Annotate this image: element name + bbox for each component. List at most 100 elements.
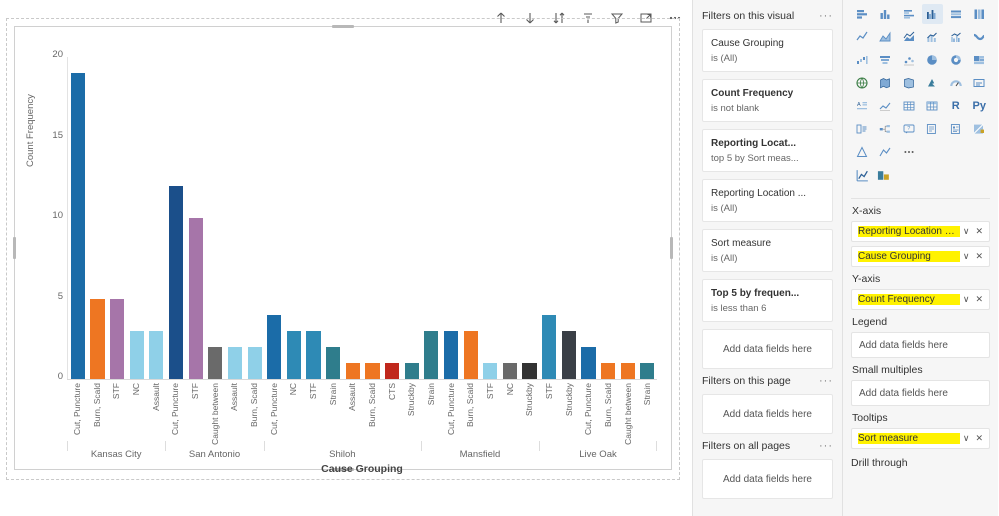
bar[interactable] [110, 298, 125, 379]
bar[interactable] [601, 362, 616, 379]
filter-card[interactable]: Cause Grouping is (All) [702, 29, 833, 72]
bar[interactable] [443, 330, 459, 379]
drill-icon[interactable] [580, 10, 595, 25]
bar[interactable] [149, 330, 164, 379]
more-visuals-icon[interactable] [898, 142, 920, 162]
chevron-down-icon[interactable]: ∨ [960, 251, 973, 262]
area-chart-icon[interactable] [875, 27, 897, 47]
table-icon[interactable] [898, 96, 920, 116]
bar[interactable] [502, 362, 517, 379]
kpi-icon[interactable] [875, 96, 897, 116]
map-icon[interactable] [851, 73, 873, 93]
arcgis-maps-icon[interactable] [851, 142, 873, 162]
focus-mode-icon[interactable] [638, 10, 653, 25]
bar[interactable] [247, 346, 262, 379]
field-well-item[interactable]: Count Frequency ∨ ✕ [851, 289, 990, 310]
key-influencers-icon[interactable] [851, 119, 873, 139]
remove-field-icon[interactable]: ✕ [972, 433, 986, 444]
bar[interactable] [463, 330, 478, 379]
filter-card[interactable]: Reporting Locat... top 5 by Sort meas... [702, 129, 833, 172]
bar[interactable] [208, 346, 223, 379]
stacked-area-chart-icon[interactable] [898, 27, 920, 47]
clustered-column-chart-visual[interactable]: Count Frequency 0 5 10 15 20 Cut, Puncture Bu… [13, 25, 673, 475]
filled-map-icon[interactable] [875, 73, 897, 93]
bar[interactable] [581, 346, 596, 379]
line-and-clustered-column-icon[interactable] [945, 27, 967, 47]
bar[interactable] [404, 362, 419, 379]
bar[interactable] [385, 362, 400, 379]
bar[interactable] [286, 330, 301, 379]
field-well-item[interactable]: Sort measure ∨ ✕ [851, 428, 990, 449]
smart-narrative-icon[interactable] [922, 119, 944, 139]
field-well-item[interactable]: Reporting Location City ∨ ✕ [851, 221, 990, 242]
r-script-visual-icon[interactable]: R [945, 96, 967, 116]
more-options-icon[interactable]: ··· [819, 10, 833, 22]
qa-visual-icon[interactable]: ? [898, 119, 920, 139]
bar[interactable] [306, 330, 321, 379]
esri-plus-icon[interactable] [875, 142, 897, 162]
bar[interactable] [424, 330, 439, 379]
hundred-percent-stacked-bar-icon[interactable] [945, 4, 967, 24]
shape-map-icon[interactable] [898, 73, 920, 93]
filter-card[interactable]: Sort measure is (All) [702, 229, 833, 272]
remove-field-icon[interactable]: ✕ [972, 226, 986, 237]
bar[interactable] [188, 218, 203, 379]
donut-chart-icon[interactable] [945, 50, 967, 70]
bar[interactable] [90, 298, 105, 379]
add-data-fields-dropzone[interactable]: Add data fields here [851, 380, 990, 406]
paginated-report-icon[interactable] [945, 119, 967, 139]
hundred-percent-stacked-column-icon[interactable] [969, 4, 991, 24]
more-options-icon[interactable] [667, 10, 682, 25]
bar[interactable] [640, 362, 655, 379]
more-options-icon[interactable]: ··· [819, 440, 833, 452]
chevron-down-icon[interactable]: ∨ [960, 294, 973, 305]
visual-filter-dropzone[interactable]: Add data fields here [702, 329, 833, 369]
bar[interactable] [620, 362, 635, 379]
bar[interactable] [326, 346, 341, 379]
bar[interactable] [522, 362, 537, 379]
bar[interactable] [365, 362, 380, 379]
all-pages-filter-dropzone[interactable]: Add data fields here [702, 459, 833, 499]
chevron-down-icon[interactable]: ∨ [960, 433, 973, 444]
line-chart-icon[interactable] [851, 27, 873, 47]
clustered-bar-chart-icon[interactable] [898, 4, 920, 24]
waterfall-chart-icon[interactable] [851, 50, 873, 70]
bar[interactable] [168, 185, 184, 379]
decomposition-tree-icon[interactable] [875, 119, 897, 139]
treemap-icon[interactable] [969, 50, 991, 70]
ribbon-chart-icon[interactable] [969, 27, 991, 47]
page-filter-dropzone[interactable]: Add data fields here [702, 394, 833, 434]
remove-field-icon[interactable]: ✕ [972, 294, 986, 305]
bar[interactable] [345, 362, 360, 379]
sort-ascending-icon[interactable] [493, 10, 508, 25]
bar[interactable] [70, 73, 85, 379]
bar[interactable] [267, 314, 282, 379]
more-options-icon[interactable]: ··· [819, 375, 833, 387]
stacked-column-chart-icon[interactable] [875, 4, 897, 24]
stacked-bar-chart-icon[interactable] [851, 4, 873, 24]
sort-order-icon[interactable] [551, 10, 566, 25]
filter-card[interactable]: Reporting Location ... is (All) [702, 179, 833, 222]
add-data-fields-dropzone[interactable]: Add data fields here [851, 332, 990, 358]
chevron-down-icon[interactable]: ∨ [960, 226, 973, 237]
azure-map-icon[interactable] [922, 73, 944, 93]
field-well-item[interactable]: Cause Grouping ∨ ✕ [851, 246, 990, 267]
power-apps-visual-icon[interactable] [969, 119, 991, 139]
get-more-visuals-icon[interactable] [876, 168, 891, 186]
filter-card[interactable]: Top 5 by frequen... is less than 6 [702, 279, 833, 322]
gauge-icon[interactable] [945, 73, 967, 93]
multi-row-card-icon[interactable]: A [851, 96, 873, 116]
pie-chart-icon[interactable] [922, 50, 944, 70]
remove-field-icon[interactable]: ✕ [972, 251, 986, 262]
card-icon[interactable] [969, 73, 991, 93]
filter-card[interactable]: Count Frequency is not blank [702, 79, 833, 122]
sort-descending-icon[interactable] [522, 10, 537, 25]
bar[interactable] [129, 330, 144, 379]
bar[interactable] [542, 314, 557, 379]
filter-icon[interactable] [609, 10, 624, 25]
bar[interactable] [561, 330, 576, 379]
line-and-stacked-column-icon[interactable] [922, 27, 944, 47]
matrix-icon[interactable] [922, 96, 944, 116]
scatter-chart-icon[interactable] [898, 50, 920, 70]
bar[interactable] [227, 346, 243, 379]
